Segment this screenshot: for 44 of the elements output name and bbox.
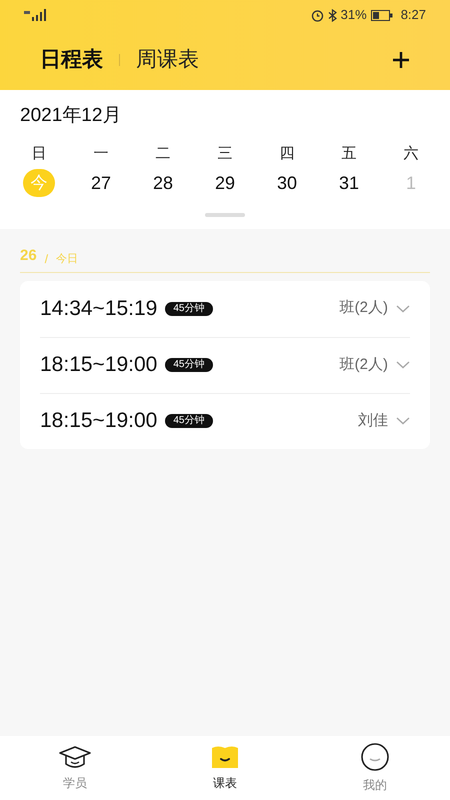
bluetooth-icon bbox=[328, 8, 337, 22]
nav-tab[interactable]: 学员 bbox=[63, 774, 87, 792]
student-name: 班(2人) bbox=[340, 354, 388, 375]
day-number: 26 bbox=[20, 246, 37, 266]
day-separator: / bbox=[44, 250, 48, 268]
weekday-label: 一 bbox=[94, 144, 108, 164]
today-label: 今日 bbox=[56, 252, 78, 267]
day-cell[interactable]: 30 bbox=[272, 169, 302, 197]
weekday-label: 二 bbox=[156, 144, 170, 164]
battery-percent: 31% bbox=[340, 6, 367, 24]
lesson-row[interactable]: 14:34~15:19 45分钟 班(2人) bbox=[40, 280, 410, 336]
month-title: 2021年12月 bbox=[19, 104, 122, 128]
nav-tab[interactable]: 我的 bbox=[363, 776, 387, 794]
clock-time: 8:27 bbox=[400, 6, 426, 24]
day-cell[interactable]: 27 bbox=[86, 169, 116, 197]
add-icon[interactable] bbox=[392, 51, 410, 69]
view-tab[interactable]: 周课表 bbox=[136, 44, 199, 76]
duration-badge: 45分钟 bbox=[165, 358, 212, 372]
day-cell[interactable]: 28 bbox=[148, 169, 178, 197]
weekday-label: 五 bbox=[342, 144, 356, 164]
weekday-label: 六 bbox=[404, 144, 418, 164]
chevron-down-icon bbox=[396, 304, 410, 312]
lesson-row[interactable]: 18:15~19:00 45分钟 刘佳 bbox=[40, 392, 410, 448]
weekday-label: 日 bbox=[32, 144, 46, 164]
view-tab[interactable]: 日程表 bbox=[40, 44, 103, 76]
alarm-clock-icon bbox=[310, 8, 324, 22]
lesson-time: 14:34~15:19 bbox=[40, 296, 158, 322]
weekday-label: 三 bbox=[218, 144, 232, 164]
lesson-row[interactable]: 18:15~19:00 45分钟 班(2人) bbox=[40, 336, 410, 392]
day-cell[interactable]: 31 bbox=[334, 169, 364, 197]
duration-badge: 45分钟 bbox=[165, 302, 212, 316]
lesson-time: 18:15~19:00 bbox=[40, 352, 158, 378]
lesson-time: 18:15~19:00 bbox=[40, 408, 158, 434]
weekday-label: 四 bbox=[280, 144, 294, 164]
student-name: 刘佳 bbox=[358, 410, 388, 431]
chevron-down-icon bbox=[396, 361, 410, 369]
chevron-down-icon bbox=[396, 417, 410, 425]
battery-icon bbox=[370, 10, 393, 20]
drag-handle[interactable] bbox=[205, 213, 245, 217]
signal-icon bbox=[24, 9, 48, 21]
student-name: 班(2人) bbox=[340, 298, 388, 318]
nav-tab[interactable]: 课表 bbox=[213, 774, 237, 792]
day-cell[interactable]: 29 bbox=[210, 169, 240, 197]
duration-badge: 45分钟 bbox=[165, 414, 212, 428]
